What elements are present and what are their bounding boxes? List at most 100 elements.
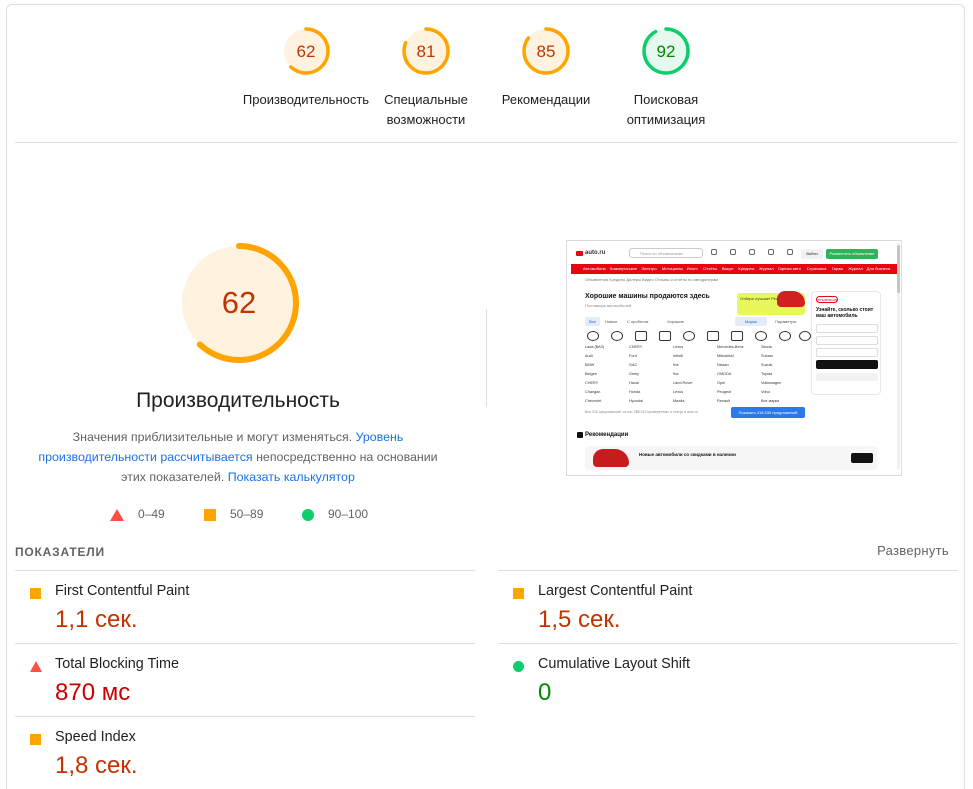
brand-logo-icon bbox=[635, 331, 647, 341]
brand-name: OMODA bbox=[717, 372, 732, 376]
brand-name: Kia bbox=[673, 372, 679, 376]
site-nav-item: Журнал bbox=[848, 266, 863, 271]
brand-name: Renault bbox=[717, 399, 731, 403]
site-place-ad: Разместить объявление bbox=[826, 249, 878, 259]
metric-tbt: Total Blocking Time 870 мс bbox=[15, 643, 475, 716]
metric-name: Largest Contentful Paint bbox=[538, 583, 693, 599]
performance-score-gauge: 62 bbox=[179, 243, 299, 363]
score-ring-icon: 85 bbox=[522, 27, 570, 75]
brand-logo-icon bbox=[755, 331, 767, 341]
brand-name: Hyundai bbox=[629, 399, 643, 403]
site-header: auto.ru Поиск по объявлениям Войти Разме… bbox=[567, 241, 901, 265]
performance-title: Производительность bbox=[136, 389, 340, 412]
circle-icon bbox=[302, 509, 314, 521]
site-tab: Хорошие bbox=[667, 319, 684, 324]
metric-speed-index: Speed Index 1,8 сек. bbox=[15, 716, 475, 789]
gauge-label: Поисковая bbox=[633, 92, 699, 107]
brand-name: Mercedes-Benz bbox=[717, 345, 744, 349]
show-calculator-link[interactable]: Показать калькулятор bbox=[228, 470, 355, 484]
site-heading: Хорошие машины продаются здесь bbox=[585, 293, 710, 300]
brand-logo-icon bbox=[611, 331, 623, 341]
vertical-divider bbox=[486, 309, 487, 407]
brand-name: Honda bbox=[629, 390, 641, 394]
square-icon bbox=[30, 588, 41, 599]
brand-name: Lexus bbox=[673, 345, 684, 349]
gauge-score: 62 bbox=[297, 42, 316, 61]
metrics-header: ПОКАЗАТЕЛИ bbox=[15, 545, 105, 559]
gauge-seo[interactable]: 92 Поисковая оптимизация bbox=[596, 26, 736, 130]
brand-logo-icon bbox=[799, 331, 811, 341]
metric-value: 1,5 сек. bbox=[538, 606, 621, 633]
score-ring-icon: 81 bbox=[402, 27, 450, 75]
square-icon bbox=[204, 509, 216, 521]
site-sidebar: ОБЪЯВЛЕНИЕ Узнайте, сколько стоит ваш ав… bbox=[811, 291, 881, 395]
brand-logo-icon bbox=[659, 331, 671, 341]
expand-button[interactable]: Развернуть bbox=[877, 543, 949, 558]
brand-name: Haval bbox=[629, 381, 639, 385]
brand-name: Geely bbox=[629, 372, 639, 376]
metric-name: Cumulative Layout Shift bbox=[538, 656, 690, 672]
site-tabs: Все Новые С пробегом Хорошие bbox=[585, 317, 707, 326]
brand-name: Skoda bbox=[761, 345, 772, 349]
legend-range: 90–100 bbox=[328, 507, 369, 521]
site-side-title: Узнайте, сколько стоит ваш автомобиль bbox=[816, 307, 874, 319]
site-search: Поиск по объявлениям bbox=[629, 248, 703, 258]
brand-row: Changan Honda Lexus Peugeot Volvo bbox=[585, 390, 807, 399]
metric-cls: Cumulative Layout Shift 0 bbox=[498, 643, 958, 716]
brand-name: Mitsubishi bbox=[717, 354, 734, 358]
banner-car-image bbox=[593, 449, 629, 467]
brand-row: Lada (ВАЗ) CHERY Lexus Mercedes-Benz Skoda bbox=[585, 345, 807, 354]
brand-logo-icon bbox=[683, 331, 695, 341]
notes-icon bbox=[768, 249, 774, 255]
circle-icon bbox=[513, 661, 524, 672]
gauge-score: 81 bbox=[417, 42, 436, 61]
bag-icon bbox=[787, 249, 793, 255]
gauge-performance[interactable]: 62 Производительность bbox=[236, 26, 376, 110]
score-ring-icon: 92 bbox=[642, 27, 690, 75]
site-subnav: Объявления Кредиты Дилеры Видео Отзывы и… bbox=[585, 277, 719, 282]
site-login: Войти bbox=[801, 249, 823, 259]
brand-name: Mazda bbox=[673, 399, 685, 403]
brand-name: Nissan bbox=[717, 363, 729, 367]
metric-fcp: First Contentful Paint 1,1 сек. bbox=[15, 570, 475, 643]
brand-logo-icon bbox=[731, 331, 743, 341]
square-icon bbox=[513, 588, 524, 599]
gauge-best-practices[interactable]: 85 Рекомендации bbox=[476, 26, 616, 110]
site-nav-item: Коммерческие bbox=[610, 266, 637, 271]
triangle-icon bbox=[30, 661, 42, 672]
brand-name: Lada (ВАЗ) bbox=[585, 345, 605, 349]
metric-name: Total Blocking Time bbox=[55, 656, 179, 672]
site-nav: Автомобили Коммерческие Электро Мотоциклы Ин… bbox=[571, 264, 897, 274]
brand-name: Kia bbox=[673, 363, 679, 367]
score-ring-icon: 62 bbox=[282, 27, 330, 75]
metric-name: Speed Index bbox=[55, 729, 136, 745]
brand-name: Volvo bbox=[761, 390, 771, 394]
site-nav-item: Иного bbox=[686, 266, 698, 271]
brand-name: Belgee bbox=[585, 372, 597, 376]
site-logo: auto.ru bbox=[575, 250, 606, 256]
brand-row: Audi Ford Infiniti Mitsubishi Subaru bbox=[585, 354, 807, 363]
gauge-label: Производительность bbox=[242, 92, 370, 107]
site-show-button: Показать 416 530 предложений bbox=[731, 407, 805, 418]
site-nav-item: Кредиты bbox=[738, 266, 755, 271]
note-text: Значения приблизительные и могут изменят… bbox=[72, 430, 356, 444]
brand-name: Subaru bbox=[761, 354, 774, 358]
legend-range: 50–89 bbox=[230, 507, 264, 521]
brand-name: Changan bbox=[585, 390, 601, 394]
brand-name: Volkswagen bbox=[761, 381, 782, 385]
brand-row: CHERY Haval Land Rover Opel Volkswagen bbox=[585, 381, 807, 390]
legend-range: 0–49 bbox=[138, 507, 165, 521]
brand-name: Infiniti bbox=[673, 354, 683, 358]
gauge-label: Специальные bbox=[384, 92, 468, 107]
site-footer-text: Все 316 предложений, из них 288 012 пров… bbox=[585, 410, 698, 414]
gauge-accessibility[interactable]: 81 Специальные возможности bbox=[356, 26, 496, 130]
metric-value: 870 мс bbox=[55, 679, 131, 706]
site-nav-item: Выкуп bbox=[721, 266, 734, 271]
brand-logos bbox=[585, 331, 811, 345]
brand-row: Belgee Geely Kia OMODA Toyota bbox=[585, 372, 807, 381]
divider bbox=[15, 142, 958, 143]
screenshot-scrollbar bbox=[897, 243, 900, 469]
metric-value: 1,8 сек. bbox=[55, 752, 138, 779]
page-screenshot[interactable]: auto.ru Поиск по объявлениям Войти Разме… bbox=[566, 240, 902, 476]
brand-name: Audi bbox=[585, 354, 593, 358]
